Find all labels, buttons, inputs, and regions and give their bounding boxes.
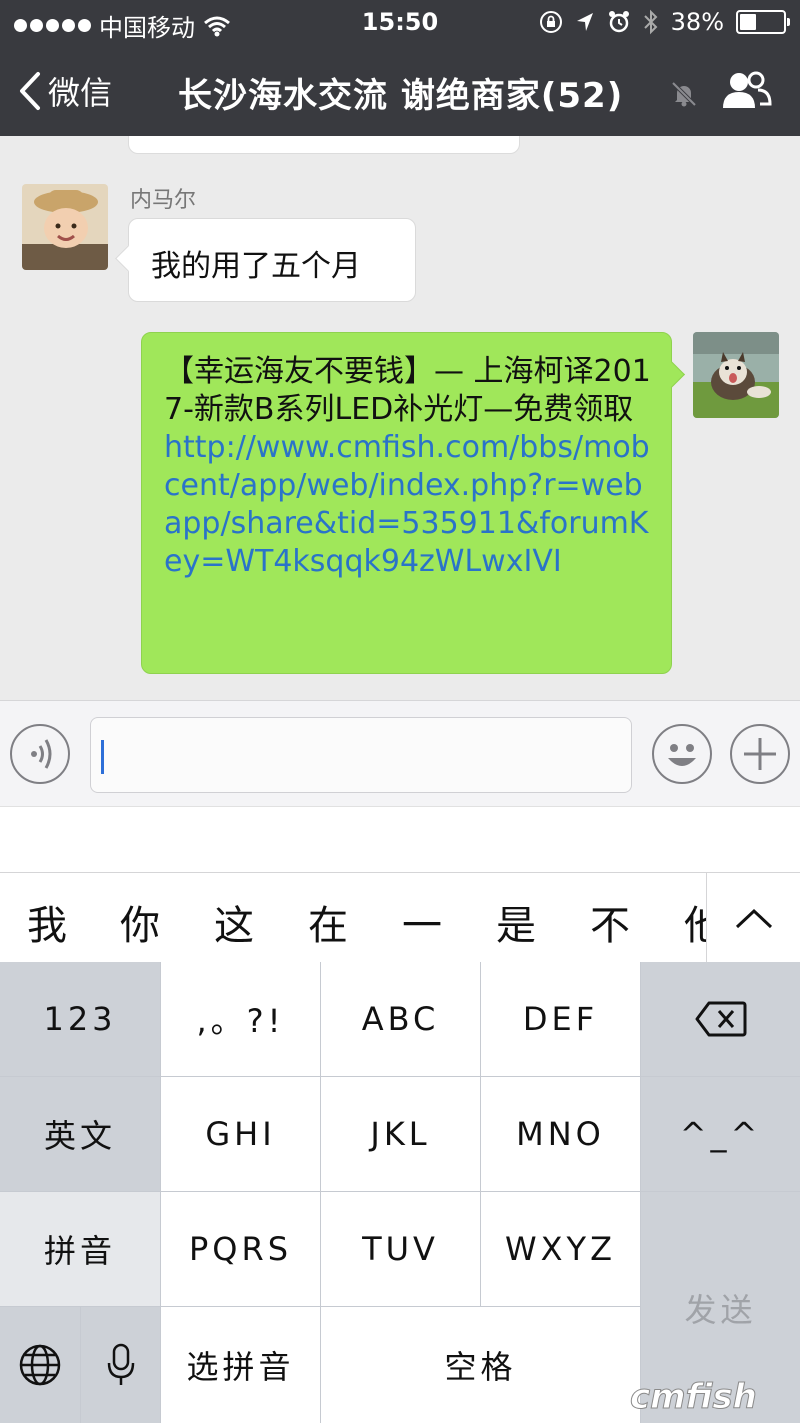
more-button[interactable] xyxy=(730,724,790,784)
blank-area xyxy=(0,806,800,872)
status-bar: 中国移动 15:50 38% xyxy=(0,0,800,44)
candidate-item[interactable]: 在 xyxy=(308,893,348,951)
key-label: TUV xyxy=(362,1230,439,1268)
bluetooth-icon xyxy=(643,9,658,35)
chevron-left-icon xyxy=(20,72,40,110)
svg-text:cmfish: cmfish xyxy=(630,1377,757,1417)
key-abc[interactable]: ABC xyxy=(321,962,480,1076)
voice-button[interactable] xyxy=(10,724,70,784)
keyboard: 123 ,。?! ABC DEF 英文 GHI JKL MNO ^_^ 拼音 P… xyxy=(0,962,800,1423)
incoming-message-text: 我的用了五个月 xyxy=(151,249,361,284)
key-label: PQRS xyxy=(188,1230,293,1268)
chat-area[interactable]: 内马尔 我的用了五个月 【幸运海友不要钱】— 上海柯译2017-新款B系列LED… xyxy=(0,136,800,700)
chevron-up-icon xyxy=(735,908,773,929)
key-wxyz[interactable]: WXYZ xyxy=(481,1192,640,1306)
key-mno[interactable]: MNO xyxy=(481,1077,640,1191)
outgoing-message-text: 【幸运海友不要钱】— 上海柯译2017-新款B系列LED补光灯—免费领取 xyxy=(164,354,651,427)
key-label: 英文 xyxy=(43,1117,116,1155)
key-label: MNO xyxy=(516,1115,605,1153)
globe-button[interactable] xyxy=(0,1307,80,1423)
key-label: 拼音 xyxy=(43,1232,116,1270)
candidate-item[interactable]: 不 xyxy=(590,893,630,951)
key-ghi[interactable]: GHI xyxy=(161,1077,320,1191)
group-info-icon[interactable] xyxy=(720,70,772,110)
candidate-item[interactable]: 我 xyxy=(27,893,67,951)
battery-icon xyxy=(736,10,790,34)
alarm-icon xyxy=(608,11,629,33)
plus-icon xyxy=(744,738,776,770)
candidate-item[interactable]: 你 xyxy=(120,893,160,951)
key-label: GHI xyxy=(205,1115,276,1153)
key-pinyin[interactable]: 拼音 xyxy=(0,1192,160,1306)
key-label: ABC xyxy=(361,1000,440,1038)
watermark-logo: cmfish xyxy=(628,1374,798,1418)
mute-bell-icon xyxy=(671,81,697,107)
sender-name: 内马尔 xyxy=(130,188,197,213)
battery-fill xyxy=(740,14,756,30)
key-label: WXYZ xyxy=(504,1230,617,1268)
key-english[interactable]: 英文 xyxy=(0,1077,160,1191)
text-caret xyxy=(101,740,104,774)
candidate-item[interactable]: 一 xyxy=(402,893,442,951)
nav-bar: 微信 长沙海水交流 谢绝商家(52) xyxy=(0,48,800,136)
microphone-icon xyxy=(107,1343,134,1385)
chat-title: 长沙海水交流 谢绝商家(52) xyxy=(178,76,624,116)
sender-avatar[interactable] xyxy=(22,184,108,270)
key-label: 123 xyxy=(43,1000,117,1038)
key-label: 空格 xyxy=(444,1348,517,1386)
key-label: DEF xyxy=(522,1000,599,1038)
key-def[interactable]: DEF xyxy=(481,962,640,1076)
input-bar xyxy=(0,700,800,806)
expand-candidates-button[interactable] xyxy=(706,873,800,962)
orientation-lock-icon xyxy=(539,11,562,33)
globe-icon xyxy=(19,1344,61,1386)
back-button[interactable]: 微信 xyxy=(18,68,112,114)
space-button[interactable]: 空格 xyxy=(321,1307,640,1423)
status-right: 38% xyxy=(539,8,790,36)
key-123[interactable]: 123 xyxy=(0,962,160,1076)
send-label: 发送 xyxy=(684,1290,757,1329)
candidate-item[interactable]: 是 xyxy=(496,893,536,951)
outgoing-message-link[interactable]: http://www.cmfish.com/bbs/mobcent/app/we… xyxy=(164,430,650,579)
message-input[interactable] xyxy=(90,717,632,793)
previous-message-bubble[interactable] xyxy=(128,136,520,154)
dictation-button[interactable] xyxy=(81,1307,160,1423)
back-label: 微信 xyxy=(48,74,113,112)
key-label: ^_^ xyxy=(679,1115,762,1153)
candidate-item[interactable]: 这 xyxy=(214,893,254,951)
backspace-icon xyxy=(695,1001,746,1037)
key-label: JKL xyxy=(370,1115,431,1153)
my-avatar[interactable] xyxy=(693,332,779,418)
key-label: 选拼音 xyxy=(186,1348,295,1386)
candidate-bar: 我 你 这 在 一 是 不 他 xyxy=(0,872,800,962)
battery-percent: 38% xyxy=(670,8,724,36)
key-select-pinyin[interactable]: 选拼音 xyxy=(161,1307,320,1423)
key-pqrs[interactable]: PQRS xyxy=(161,1192,320,1306)
emoji-icon xyxy=(668,744,696,766)
voice-icon xyxy=(31,739,52,769)
key-label: ,。?! xyxy=(196,1002,285,1040)
top-bar: 中国移动 15:50 38% 微信 长沙海水交流 谢绝商家(52) xyxy=(0,0,800,136)
incoming-message-bubble[interactable]: 我的用了五个月 xyxy=(128,218,416,302)
key-emoticon[interactable]: ^_^ xyxy=(641,1077,800,1191)
location-icon xyxy=(576,13,593,31)
delete-button[interactable] xyxy=(641,962,800,1076)
key-jkl[interactable]: JKL xyxy=(321,1077,480,1191)
key-punctuation[interactable]: ,。?! xyxy=(161,962,320,1076)
outgoing-message-bubble[interactable]: 【幸运海友不要钱】— 上海柯译2017-新款B系列LED补光灯—免费领取 htt… xyxy=(141,332,672,674)
key-tuv[interactable]: TUV xyxy=(321,1192,480,1306)
emoji-button[interactable] xyxy=(652,724,712,784)
